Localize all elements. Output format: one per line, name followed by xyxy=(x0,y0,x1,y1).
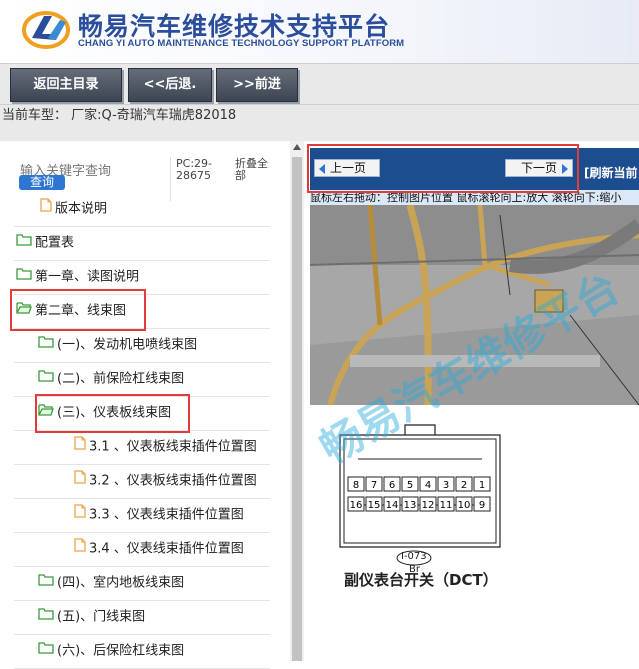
pc-code: PC:29-28675 xyxy=(176,157,212,182)
folder-icon xyxy=(38,368,54,390)
connector-pin-number: 8 xyxy=(353,480,359,491)
collapse-all-link[interactable]: 折叠全部 xyxy=(235,158,275,182)
connector-pin-number: 7 xyxy=(371,480,377,491)
refresh-link[interactable]: [刷新当前 xyxy=(584,164,638,181)
tree-item-label: 3.4 、仪表线束插件位置图 xyxy=(89,541,244,557)
tree-item[interactable]: (一)、发动机电喷线束图 xyxy=(38,334,197,356)
connector-pin-number: 2 xyxy=(461,480,467,491)
sidebar-divider xyxy=(170,157,171,201)
sidebar-scrollbar[interactable] xyxy=(290,141,304,661)
tree-item[interactable]: 3.2 、仪表板线束插件位置图 xyxy=(74,470,257,492)
cy-logo-icon xyxy=(22,11,70,49)
folder-icon xyxy=(16,232,32,254)
tree-separator xyxy=(14,532,270,533)
wiring-diagram[interactable]: 87654321 16 15 14 13 12 11 10 9 I-073 Br 副仪表台开关… xyxy=(310,205,639,661)
folder-icon xyxy=(38,606,54,628)
tree-item[interactable]: 3.4 、仪表线束插件位置图 xyxy=(74,538,244,560)
tree-item-label: (六)、后保险杠线束图 xyxy=(57,643,185,659)
file-icon xyxy=(74,436,86,458)
file-icon xyxy=(74,504,86,526)
app-header: 畅易汽车维修技术支持平台 CHANG YI AUTO MAINTENANCE T… xyxy=(0,0,639,63)
file-icon xyxy=(40,198,52,220)
app-subtitle: CHANG YI AUTO MAINTENANCE TECHNOLOGY SUP… xyxy=(78,38,405,49)
home-button[interactable]: 返回主目录 xyxy=(10,68,122,102)
tree-separator xyxy=(14,566,270,567)
connector-label: 副仪表台开关（DCT） xyxy=(344,571,498,589)
connector-pin-number: 16 xyxy=(350,500,363,511)
connector-pin-number: 13 xyxy=(404,500,417,511)
connector-pin-number: 4 xyxy=(425,480,431,491)
back-button[interactable]: <<后退. xyxy=(128,68,212,102)
tree-item-label: (四)、室内地板线束图 xyxy=(57,575,185,591)
connector-pin-number: 1 xyxy=(479,480,485,491)
tree-item-label: 配置表 xyxy=(35,235,75,251)
highlight-box-section3 xyxy=(35,394,190,433)
tree-item[interactable]: (四)、室内地板线束图 xyxy=(38,572,184,594)
tree-separator xyxy=(14,600,270,601)
tree-item[interactable]: 第一章、读图说明 xyxy=(16,266,139,288)
search-button[interactable]: 查询 xyxy=(19,175,65,190)
scroll-thumb[interactable] xyxy=(292,157,302,661)
tree-separator xyxy=(14,226,270,227)
car-info-bar: 当前车型： 厂家:Q-奇瑞汽车瑞虎82018 xyxy=(0,105,639,141)
folder-icon xyxy=(38,572,54,594)
tree-separator xyxy=(14,260,270,261)
folder-icon xyxy=(38,334,54,356)
scroll-up-icon[interactable] xyxy=(293,144,301,150)
tree-item-label: 第一章、读图说明 xyxy=(35,269,140,285)
tree-separator xyxy=(14,634,270,635)
tree-item[interactable]: 配置表 xyxy=(16,232,74,254)
connector-pin-number: 5 xyxy=(407,480,413,491)
connector-pin-number: 14 xyxy=(386,500,399,511)
tree-item-label: 版本说明 xyxy=(55,201,108,217)
tree-separator xyxy=(14,498,270,499)
connector-pin-number: 10 xyxy=(458,500,471,511)
connector-pin-number: 11 xyxy=(440,500,453,511)
tree-item-label: 3.1 、仪表板线束插件位置图 xyxy=(89,439,257,455)
tree-item[interactable]: 3.3 、仪表线束插件位置图 xyxy=(74,504,244,526)
connector-pin-number: 6 xyxy=(389,480,395,491)
tree-item[interactable]: 3.1 、仪表板线束插件位置图 xyxy=(74,436,257,458)
tree-item-label: (一)、发动机电喷线束图 xyxy=(57,337,198,353)
folder-icon xyxy=(16,266,32,288)
file-icon xyxy=(74,470,86,492)
connector-pin-number: 9 xyxy=(479,500,485,511)
connector-id: I-073 xyxy=(401,551,427,562)
file-icon xyxy=(74,538,86,560)
tree-item-label: (五)、门线束图 xyxy=(57,609,146,625)
tree-item[interactable]: 版本说明 xyxy=(40,198,107,220)
connector-pin-number: 15 xyxy=(368,500,381,511)
connector-pin-number: 3 xyxy=(443,480,449,491)
diagram-viewer: 上一页 下一页 [刷新当前 鼠标左右拖动：控制图片位置 鼠标滚轮向上:放大 滚轮… xyxy=(310,148,639,661)
tree-item[interactable]: (五)、门线束图 xyxy=(38,606,145,628)
tree-item[interactable]: (二)、前保险杠线束图 xyxy=(38,368,184,390)
highlight-box-chapter2 xyxy=(10,289,146,331)
forward-button[interactable]: >>前进 xyxy=(216,68,298,102)
tree-separator xyxy=(14,362,270,363)
tree-item[interactable]: (六)、后保险杠线束图 xyxy=(38,640,184,662)
toolbar: 返回主目录 <<后退. >>前进 xyxy=(0,63,639,105)
car-model-text: 当前车型： 厂家:Q-奇瑞汽车瑞虎82018 xyxy=(2,108,237,123)
tree-item-label: 3.3 、仪表线束插件位置图 xyxy=(89,507,244,523)
highlight-box-navbar xyxy=(307,144,579,193)
tree-separator xyxy=(14,464,270,465)
tree-item-label: (二)、前保险杠线束图 xyxy=(57,371,185,387)
tree-item-label: 3.2 、仪表板线束插件位置图 xyxy=(89,473,257,489)
connector-pin-number: 12 xyxy=(422,500,435,511)
folder-icon xyxy=(38,640,54,662)
